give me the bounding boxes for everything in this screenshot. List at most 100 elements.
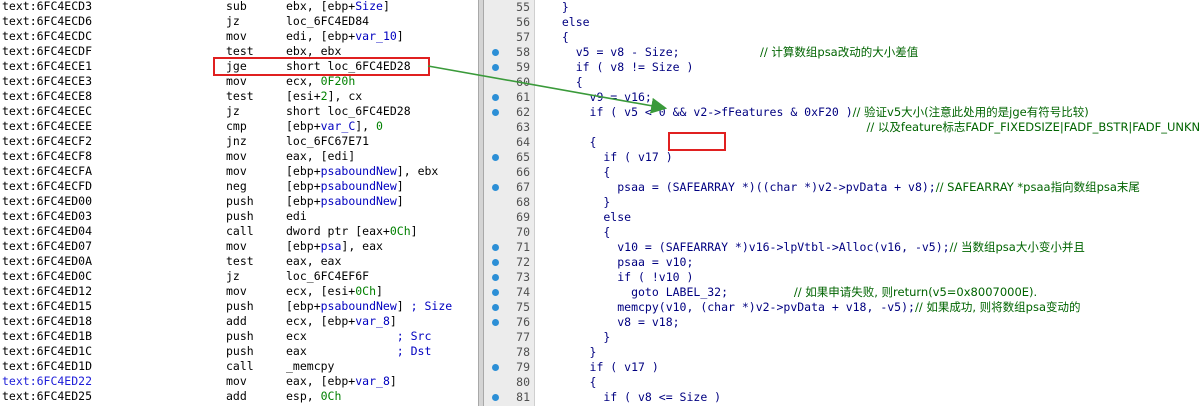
- operand-token: ecx, [ebp+: [286, 314, 356, 328]
- disassembly-pane[interactable]: text:6FC4ECD3 sub ebx, [ebp+Size] text:6FC4…: [0, 0, 478, 406]
- pseudocode-line[interactable]: 69 else: [484, 210, 1200, 225]
- operand-token: ]: [376, 284, 383, 298]
- pseudocode-line[interactable]: 77 }: [484, 330, 1200, 345]
- breakpoint-dot-icon[interactable]: [492, 49, 499, 56]
- disasm-row[interactable]: text:6FC4ED15 push [ebp+psaboundNew] ; Siz…: [0, 299, 478, 314]
- breakpoint-dot-icon[interactable]: [492, 274, 499, 281]
- disasm-row[interactable]: text:6FC4ED00 push [ebp+psaboundNew]: [0, 194, 478, 209]
- operand-token: ], eax: [341, 239, 383, 253]
- disasm-row[interactable]: text:6FC4ED07 mov [ebp+psa], eax: [0, 239, 478, 254]
- pseudocode-line[interactable]: 64 {: [484, 135, 1200, 150]
- pseudocode-line[interactable]: 62 if ( v5 < 0 && v2->fFeatures & 0xF20 …: [484, 105, 1200, 120]
- disasm-row[interactable]: text:6FC4ECF2 jnz loc_6FC67E71: [0, 134, 478, 149]
- pseudocode-line[interactable]: 73 if ( !v10 ): [484, 270, 1200, 285]
- breakpoint-dot-icon[interactable]: [492, 244, 499, 251]
- operand-token: ]: [396, 179, 404, 193]
- breakpoint-dot-icon[interactable]: [492, 94, 499, 101]
- pseudocode-pane[interactable]: 55 } 56 else 57 {58 v5 = v8 - Size; // 计算数…: [484, 0, 1200, 406]
- pseudocode-line[interactable]: 75 memcpy(v10, (char *)v2->pvData + v18,…: [484, 300, 1200, 315]
- code-text: {: [548, 375, 597, 390]
- pseudocode-line[interactable]: 76 v8 = v18;: [484, 315, 1200, 330]
- disasm-address: text:6FC4ECEE: [2, 119, 93, 133]
- pseudocode-line[interactable]: 68 }: [484, 195, 1200, 210]
- disasm-row[interactable]: text:6FC4ED1B push ecx ; Src: [0, 329, 478, 344]
- disasm-row[interactable]: text:6FC4ECF8 mov eax, [edi]: [0, 149, 478, 164]
- disasm-row[interactable]: text:6FC4ED03 push edi: [0, 209, 478, 224]
- disasm-operands: dword ptr [eax+0Ch]: [286, 224, 418, 239]
- pseudocode-line[interactable]: 56 else: [484, 15, 1200, 30]
- disasm-row[interactable]: text:6FC4ECE3 mov ecx, 0F20h: [0, 74, 478, 89]
- pseudocode-line[interactable]: 58 v5 = v8 - Size; // 计算数组psa改动的大小差值: [484, 45, 1200, 60]
- pseudocode-line[interactable]: 66 {: [484, 165, 1200, 180]
- line-number: 58: [516, 45, 530, 59]
- operand-token: [esi+: [286, 89, 321, 103]
- operand-token: var_8: [355, 314, 390, 328]
- code-comment: // 如果申请失败, 则return(v5=0x8007000E).: [728, 285, 1038, 299]
- disasm-row[interactable]: text:6FC4ED22 mov eax, [ebp+var_8]: [0, 374, 478, 389]
- disasm-row[interactable]: text:6FC4ED25 add esp, 0Ch: [0, 389, 478, 404]
- line-number: 63: [516, 120, 530, 134]
- disasm-address: text:6FC4ED15: [2, 299, 93, 313]
- code-comment: // 当数组psa大小变小并且: [949, 240, 1085, 254]
- line-number: 65: [516, 150, 530, 164]
- disasm-row[interactable]: text:6FC4ED0C jz loc_6FC4EF6F: [0, 269, 478, 284]
- pseudocode-line[interactable]: 59 if ( v8 != Size ): [484, 60, 1200, 75]
- pseudocode-line[interactable]: 67 psaa = (SAFEARRAY *)((char *)v2->pvDa…: [484, 180, 1200, 195]
- disasm-row[interactable]: text:6FC4ED1C push eax ; Dst: [0, 344, 478, 359]
- disasm-operands: [ebp+psaboundNew], ebx: [286, 164, 438, 179]
- code-token: psaa = v10;: [548, 255, 694, 269]
- code-token: if ( v8 <= Size ): [548, 390, 722, 404]
- disasm-row[interactable]: text:6FC4ED04 call dword ptr [eax+0Ch]: [0, 224, 478, 239]
- breakpoint-dot-icon[interactable]: [492, 304, 499, 311]
- pseudocode-line[interactable]: 81 if ( v8 <= Size ): [484, 390, 1200, 405]
- code-text: {: [548, 135, 597, 150]
- pseudocode-line[interactable]: 61 v9 = v16;: [484, 90, 1200, 105]
- pseudocode-line[interactable]: 63 // 以及feature标志FADF_FIXEDSIZE|FADF_BST…: [484, 120, 1200, 135]
- breakpoint-dot-icon[interactable]: [492, 319, 499, 326]
- pseudocode-line[interactable]: 57 {: [484, 30, 1200, 45]
- pseudocode-line[interactable]: 70 {: [484, 225, 1200, 240]
- disasm-row[interactable]: text:6FC4ECFD neg [ebp+psaboundNew]: [0, 179, 478, 194]
- disasm-row[interactable]: text:6FC4ED12 mov ecx, [esi+0Ch]: [0, 284, 478, 299]
- disasm-row[interactable]: text:6FC4ECD6 jz loc_6FC4ED84: [0, 14, 478, 29]
- breakpoint-dot-icon[interactable]: [492, 394, 499, 401]
- disasm-row[interactable]: text:6FC4ECE8 test [esi+2], cx: [0, 89, 478, 104]
- operand-token: var_8: [355, 374, 390, 388]
- code-token: }: [548, 330, 611, 344]
- pseudocode-line[interactable]: 65 if ( v17 ): [484, 150, 1200, 165]
- disasm-row[interactable]: text:6FC4ED0A test eax, eax: [0, 254, 478, 269]
- breakpoint-dot-icon[interactable]: [492, 184, 499, 191]
- disasm-row[interactable]: text:6FC4ECEE cmp [ebp+var_C], 0: [0, 119, 478, 134]
- breakpoint-dot-icon[interactable]: [492, 154, 499, 161]
- disasm-row[interactable]: text:6FC4ECEC jz short loc_6FC4ED28: [0, 104, 478, 119]
- disasm-mnemonic: mov: [226, 239, 247, 253]
- disasm-operands: _memcpy: [286, 359, 334, 374]
- pseudocode-line[interactable]: 55 }: [484, 0, 1200, 15]
- pseudocode-line[interactable]: 79 if ( v17 ): [484, 360, 1200, 375]
- breakpoint-dot-icon[interactable]: [492, 289, 499, 296]
- disasm-row[interactable]: text:6FC4ECDC mov edi, [ebp+var_10]: [0, 29, 478, 44]
- pseudocode-line[interactable]: 80 {: [484, 375, 1200, 390]
- breakpoint-dot-icon[interactable]: [492, 109, 499, 116]
- pseudocode-line[interactable]: 60 {: [484, 75, 1200, 90]
- disasm-row[interactable]: text:6FC4ECE1 jge short loc_6FC4ED28: [0, 59, 478, 74]
- disasm-mnemonic: jge: [226, 59, 247, 73]
- line-number: 70: [516, 225, 530, 239]
- pseudocode-line[interactable]: 78 }: [484, 345, 1200, 360]
- breakpoint-dot-icon[interactable]: [492, 64, 499, 71]
- disasm-row[interactable]: text:6FC4ED1D call _memcpy: [0, 359, 478, 374]
- disasm-row[interactable]: text:6FC4ED18 add ecx, [ebp+var_8]: [0, 314, 478, 329]
- code-comment: // 以及feature标志FADF_FIXEDSIZE|FADF_BSTR|F…: [866, 120, 1200, 134]
- breakpoint-dot-icon[interactable]: [492, 259, 499, 266]
- pseudocode-line[interactable]: 72 psaa = v10;: [484, 255, 1200, 270]
- breakpoint-dot-icon[interactable]: [492, 364, 499, 371]
- operand-token: ], cx: [327, 89, 363, 103]
- disasm-row[interactable]: text:6FC4ECFA mov [ebp+psaboundNew], ebx: [0, 164, 478, 179]
- disasm-row[interactable]: text:6FC4ECDF test ebx, ebx: [0, 44, 478, 59]
- operand-token: ebx, ebx: [286, 44, 342, 58]
- pseudocode-line[interactable]: 74 goto LABEL_32; // 如果申请失败, 则return(v5=…: [484, 285, 1200, 300]
- pseudocode-line[interactable]: 71 v10 = (SAFEARRAY *)v16->lpVtbl->Alloc…: [484, 240, 1200, 255]
- disasm-operands: [ebp+psa], eax: [286, 239, 383, 254]
- operand-token: ecx: [286, 329, 397, 343]
- disasm-row[interactable]: text:6FC4ECD3 sub ebx, [ebp+Size]: [0, 0, 478, 14]
